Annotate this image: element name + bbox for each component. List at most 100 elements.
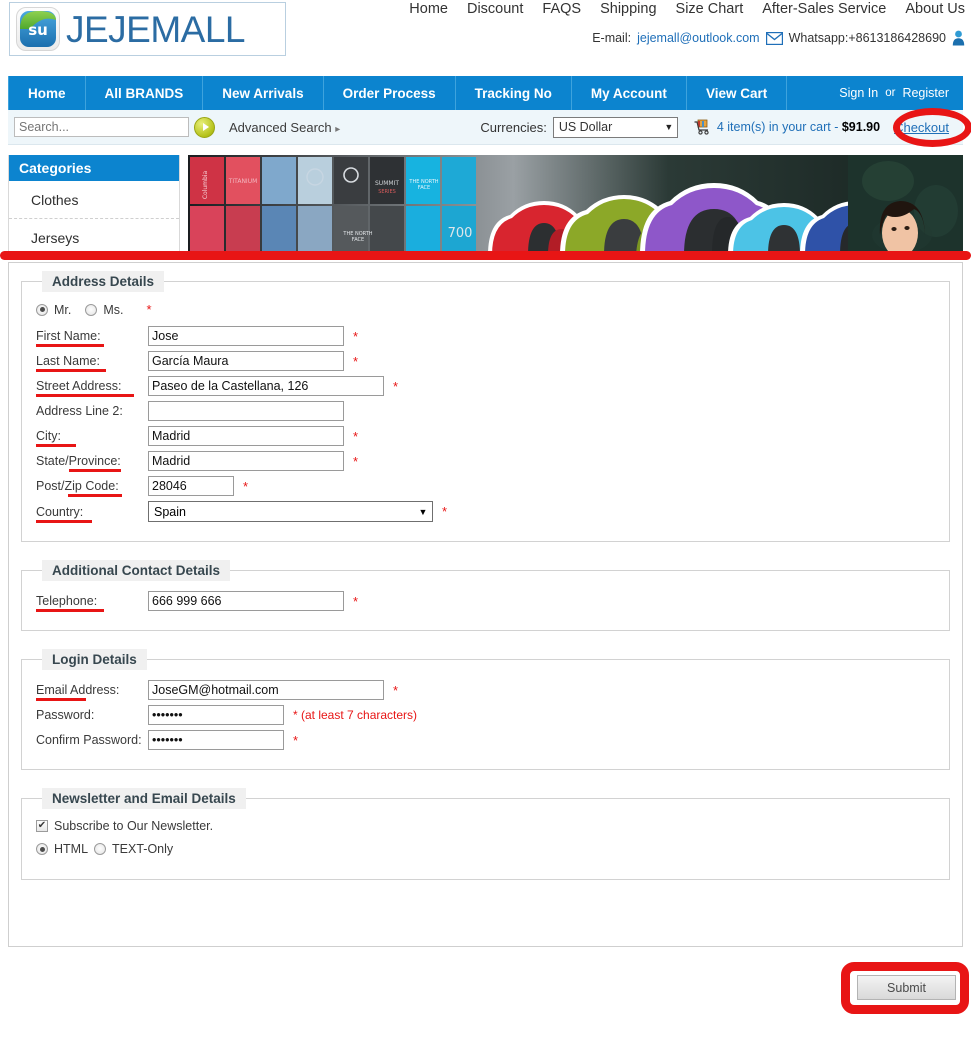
submit-button[interactable]: Submit xyxy=(857,975,956,1000)
country-selected-value: Spain xyxy=(154,504,186,519)
last-name-label: Last Name: xyxy=(36,354,148,372)
format-radio-html[interactable] xyxy=(36,843,48,855)
chevron-down-icon: ▼ xyxy=(664,122,674,132)
svg-text:su: su xyxy=(28,21,48,39)
category-item-jerseys[interactable]: Jerseys xyxy=(9,219,179,254)
state-province-input[interactable] xyxy=(148,451,344,471)
salutation-radio-ms[interactable] xyxy=(85,303,98,316)
salutation-radio-mr[interactable] xyxy=(36,303,48,316)
confirm-password-input[interactable] xyxy=(148,730,284,750)
cart-item-count-text: 4 item(s) in your cart - xyxy=(716,120,842,134)
person-icon xyxy=(952,30,965,46)
password-input[interactable] xyxy=(148,705,284,725)
subscribe-label: Subscribe to Our Newsletter. xyxy=(54,819,214,833)
top-link-home[interactable]: Home xyxy=(409,1,448,17)
field-row-street-address: Street Address: * xyxy=(36,376,935,397)
last-name-input[interactable] xyxy=(148,351,344,371)
city-input[interactable] xyxy=(148,426,344,446)
format-radio-text-only[interactable] xyxy=(94,843,107,855)
email-address-label: Email Address: xyxy=(36,683,148,701)
check-glyph: ✔ xyxy=(37,820,47,831)
nav-item-tracking-no[interactable]: Tracking No xyxy=(456,76,572,110)
field-row-post-zip-code: Post/Zip Code: * xyxy=(36,476,935,497)
svg-text:Columbia: Columbia xyxy=(202,171,209,200)
field-row-address-line-2: Address Line 2: xyxy=(36,401,935,421)
email-format-row: HTML TEXT-Only xyxy=(36,842,935,856)
categories-panel: Categories Clothes Jerseys xyxy=(8,155,180,255)
chevron-right-icon: ▸ xyxy=(335,123,341,135)
nav-item-all-brands[interactable]: All BRANDS xyxy=(86,76,204,110)
currency-select[interactable]: US Dollar ▼ xyxy=(552,116,678,138)
category-item-clothes[interactable]: Clothes xyxy=(9,181,179,219)
categories-title: Categories xyxy=(9,155,179,181)
first-name-required-mark: * xyxy=(353,328,359,344)
nav-item-home[interactable]: Home xyxy=(8,76,86,110)
address-details-legend: Address Details xyxy=(42,271,165,292)
go-arrow-icon[interactable] xyxy=(194,116,215,138)
field-row-state-province: State/Province: * xyxy=(36,451,935,472)
nav-item-order-process[interactable]: Order Process xyxy=(324,76,456,110)
top-link-after-sales[interactable]: After-Sales Service xyxy=(762,1,886,17)
top-utility-links: Home Discount FAQS Shipping Size Chart A… xyxy=(409,1,965,17)
login-details-legend: Login Details xyxy=(42,649,147,670)
format-label-text-only: TEXT-Only xyxy=(112,842,174,856)
street-address-required-mark: * xyxy=(393,378,399,394)
salutation-group: Mr. Ms. * xyxy=(36,302,935,317)
address-line-2-label: Address Line 2: xyxy=(36,404,123,418)
checkout-link[interactable]: Checkout xyxy=(894,120,949,135)
field-row-email: Email Address: * xyxy=(36,680,935,701)
nav-item-my-account[interactable]: My Account xyxy=(572,76,687,110)
country-select[interactable]: Spain ▼ xyxy=(148,501,433,522)
su-logo-icon: su xyxy=(16,7,60,51)
search-input[interactable] xyxy=(14,117,189,137)
state-province-label: State/Province: xyxy=(36,454,148,472)
brand-name: JEJEMALL xyxy=(66,8,246,50)
field-row-country: Country: Spain ▼ * xyxy=(36,501,935,523)
field-row-confirm-password: Confirm Password: * xyxy=(36,730,935,750)
telephone-input[interactable] xyxy=(148,591,344,611)
cart-summary[interactable]: 4 item(s) in your cart - $91.90 xyxy=(717,120,880,134)
salutation-label-ms: Ms. xyxy=(103,302,124,317)
additional-contact-legend: Additional Contact Details xyxy=(42,560,231,581)
format-label-html: HTML xyxy=(54,842,89,856)
first-name-input[interactable] xyxy=(148,326,344,346)
password-hint: * (at least 7 characters) xyxy=(293,708,418,722)
confirm-password-label: Confirm Password: xyxy=(36,733,142,747)
salutation-label-mr: Mr. xyxy=(54,302,72,317)
email-address-link[interactable]: jejemall@outlook.com xyxy=(637,31,759,45)
page-root: su JEJEMALL Home Discount FAQS Shipping … xyxy=(0,0,971,1051)
search-currency-bar: Advanced Search ▸ Currencies: US Dollar … xyxy=(8,110,963,145)
email-label: E-mail: xyxy=(592,31,632,45)
field-row-telephone: Telephone: * xyxy=(36,591,935,612)
last-name-required-mark: * xyxy=(353,353,359,369)
post-zip-code-label: Post/Zip Code: xyxy=(36,479,148,497)
post-zip-code-input[interactable] xyxy=(148,476,234,496)
email-address-input[interactable] xyxy=(148,680,384,700)
field-row-first-name: First Name: * xyxy=(36,326,935,347)
nav-item-new-arrivals[interactable]: New Arrivals xyxy=(203,76,324,110)
advanced-search-link[interactable]: Advanced Search ▸ xyxy=(229,120,340,135)
address-line-2-input[interactable] xyxy=(148,401,344,421)
promo-banner[interactable]: Columbia TITANIUM SUMMIT SERIES THE NORT… xyxy=(188,155,963,255)
top-link-discount[interactable]: Discount xyxy=(467,1,523,17)
whatsapp-number: Whatsapp:+8613186428690 xyxy=(788,31,946,45)
auth-separator: or xyxy=(885,87,896,99)
city-label: City: xyxy=(36,429,148,447)
telephone-label: Telephone: xyxy=(36,594,148,612)
field-row-password: Password: * (at least 7 characters) xyxy=(36,705,935,725)
subscribe-checkbox[interactable]: ✔ xyxy=(36,820,48,832)
register-link[interactable]: Register xyxy=(902,86,949,100)
top-link-size-chart[interactable]: Size Chart xyxy=(676,1,744,17)
chevron-down-icon: ▼ xyxy=(418,506,428,517)
telephone-required-mark: * xyxy=(353,593,359,609)
svg-text:FACE: FACE xyxy=(418,185,430,191)
currencies-label: Currencies: xyxy=(480,119,547,135)
brand-logo[interactable]: su JEJEMALL xyxy=(9,2,286,56)
sign-in-link[interactable]: Sign In xyxy=(839,86,878,100)
top-link-about-us[interactable]: About Us xyxy=(905,1,965,17)
street-address-label: Street Address: xyxy=(36,379,148,397)
top-link-faqs[interactable]: FAQS xyxy=(542,1,581,17)
street-address-input[interactable] xyxy=(148,376,384,396)
nav-item-view-cart[interactable]: View Cart xyxy=(687,76,788,110)
top-link-shipping[interactable]: Shipping xyxy=(600,1,656,17)
